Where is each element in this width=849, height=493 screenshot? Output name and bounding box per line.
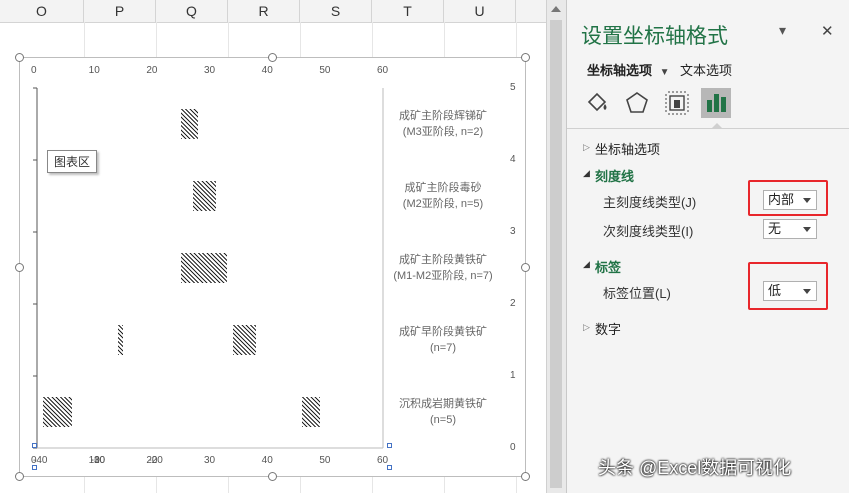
minor-tick-type-value: 无: [768, 221, 782, 236]
chart-resize-handle[interactable]: [15, 472, 24, 481]
chevron-down-icon[interactable]: ▼: [660, 67, 670, 78]
highlight-box: [748, 262, 828, 310]
data-bar[interactable]: [117, 325, 124, 355]
chart-resize-handle[interactable]: [521, 263, 530, 272]
fill-line-icon[interactable]: [583, 88, 613, 118]
chevron-down-icon: [803, 227, 811, 232]
column-header-t[interactable]: T: [372, 0, 444, 22]
section-ticks[interactable]: 刻度线: [595, 166, 634, 185]
right-tick-label: 5: [510, 82, 516, 93]
tab-axis-options[interactable]: 坐标轴选项 ▼: [587, 60, 670, 79]
axis-selection-handle[interactable]: [387, 465, 392, 470]
chart-resize-handle[interactable]: [268, 53, 277, 62]
data-bar[interactable]: [233, 325, 257, 355]
top-tick-label: 20: [146, 65, 158, 76]
category-label: 成矿主阶段黄铁矿 (M1-M2亚阶段, n=7): [373, 252, 513, 284]
axis-options-icon[interactable]: [701, 88, 731, 118]
right-tick-label: 1: [510, 370, 516, 381]
collapsed-triangle-icon[interactable]: ▷: [583, 322, 590, 333]
format-axis-pane: 设置坐标轴格式 ▾ ✕ 坐标轴选项 ▼ 文本选项 ▷ 坐标轴选项 ◢ 刻度线 主…: [566, 0, 849, 493]
column-header-r[interactable]: R: [228, 0, 300, 22]
pane-divider: [567, 128, 849, 129]
column-header-bar: O P Q R S T U: [0, 0, 566, 23]
top-tick-label: 40: [261, 65, 273, 76]
scroll-up-icon[interactable]: [551, 6, 561, 12]
top-tick-label: 10: [88, 65, 100, 76]
watermark-text: 头条 @Excel数据可视化: [598, 458, 792, 478]
category-label-line1: 成矿主阶段黄铁矿: [399, 254, 487, 266]
column-header-s[interactable]: S: [300, 0, 372, 22]
data-bar[interactable]: [302, 397, 320, 427]
highlight-box: [748, 180, 828, 216]
category-label-line2: (M1-M2亚阶段, n=7): [393, 270, 493, 282]
data-bar[interactable]: [181, 253, 228, 283]
chart-area-tooltip: 图表区: [47, 150, 98, 173]
vertical-scrollbar[interactable]: [546, 0, 566, 493]
bottom-tick-label: 40: [261, 455, 273, 466]
category-label-line1: 成矿早阶段黄铁矿: [399, 326, 487, 338]
category-label-line2: (n=7): [430, 342, 456, 354]
axis-selection-handle[interactable]: [32, 465, 37, 470]
top-tick-label: 50: [319, 65, 331, 76]
right-tick-label: 3: [510, 226, 516, 237]
axis-selection-handle[interactable]: [32, 443, 37, 448]
axis-selection-handle[interactable]: [387, 443, 392, 448]
minor-tick-type-dropdown[interactable]: 无: [763, 219, 817, 239]
bottom-tick-label: 10: [88, 455, 100, 466]
effects-icon[interactable]: [622, 88, 652, 118]
category-label: 沉积成岩期黄铁矿 (n=5): [373, 396, 513, 428]
expanded-triangle-icon[interactable]: ◢: [583, 259, 590, 270]
category-label: 成矿早阶段黄铁矿 (n=7): [373, 324, 513, 356]
category-label-line2: (M2亚阶段, n=5): [402, 198, 484, 210]
category-label-line2: (n=5): [430, 414, 456, 426]
category-label-line2: (M3亚阶段, n=2): [402, 126, 484, 138]
label-position-label: 标签位置(L): [603, 286, 671, 301]
data-bar[interactable]: [42, 397, 72, 427]
column-header-q[interactable]: Q: [156, 0, 228, 22]
data-bar[interactable]: [192, 181, 216, 211]
minor-tick-type-label: 次刻度线类型(I): [603, 224, 694, 239]
right-tick-label: 2: [510, 298, 516, 309]
tab-axis-options-label: 坐标轴选项: [587, 63, 653, 78]
section-axis-options[interactable]: 坐标轴选项: [595, 139, 660, 158]
bottom-tick-label: 20: [146, 455, 158, 466]
spreadsheet-area: O P Q R S T U 0 10 20 30 40 50 60 543210 -40 -3…: [0, 0, 566, 493]
pane-title: 设置坐标轴格式: [581, 24, 728, 48]
collapsed-triangle-icon[interactable]: ▷: [583, 142, 590, 153]
size-properties-icon[interactable]: [662, 88, 692, 118]
pane-menu-icon[interactable]: ▾: [779, 22, 786, 39]
chart-resize-handle[interactable]: [521, 53, 530, 62]
bottom-tick-label: 30: [204, 455, 216, 466]
section-labels[interactable]: 标签: [595, 257, 621, 276]
top-tick-label: 0: [31, 65, 37, 76]
category-label: 成矿主阶段辉锑矿 (M3亚阶段, n=2): [373, 108, 513, 140]
top-tick-label: 60: [377, 65, 389, 76]
tab-text-options[interactable]: 文本选项: [680, 60, 732, 79]
scrollbar-thumb[interactable]: [550, 20, 562, 488]
category-label: 成矿主阶段毒砂 (M2亚阶段, n=5): [373, 180, 513, 212]
chart-resize-handle[interactable]: [268, 472, 277, 481]
chart-resize-handle[interactable]: [521, 472, 530, 481]
bottom-tick-label: 50: [319, 455, 331, 466]
right-tick-marks: [33, 87, 37, 449]
major-tick-type-label: 主刻度线类型(J): [603, 195, 697, 210]
category-label-line1: 成矿主阶段辉锑矿: [399, 110, 487, 122]
expanded-triangle-icon[interactable]: ◢: [583, 168, 590, 179]
selected-tab-pointer: [711, 123, 723, 129]
data-bar[interactable]: [181, 109, 199, 139]
right-tick-label: 0: [510, 442, 516, 453]
chart-area[interactable]: 0 10 20 30 40 50 60 543210 -40 -30 -20 -10 0 10 20 30…: [19, 57, 526, 477]
close-icon[interactable]: ✕: [821, 22, 834, 40]
chart-resize-handle[interactable]: [15, 263, 24, 272]
section-number[interactable]: 数字: [595, 319, 621, 338]
category-label-line1: 成矿主阶段毒砂: [404, 182, 482, 194]
column-header-u[interactable]: U: [444, 0, 516, 22]
right-tick-label: 4: [510, 154, 516, 165]
column-header-p[interactable]: P: [84, 0, 156, 22]
chart-resize-handle[interactable]: [15, 53, 24, 62]
top-tick-label: 30: [204, 65, 216, 76]
category-label-line1: 沉积成岩期黄铁矿: [399, 398, 487, 410]
column-header-o[interactable]: O: [0, 0, 84, 22]
